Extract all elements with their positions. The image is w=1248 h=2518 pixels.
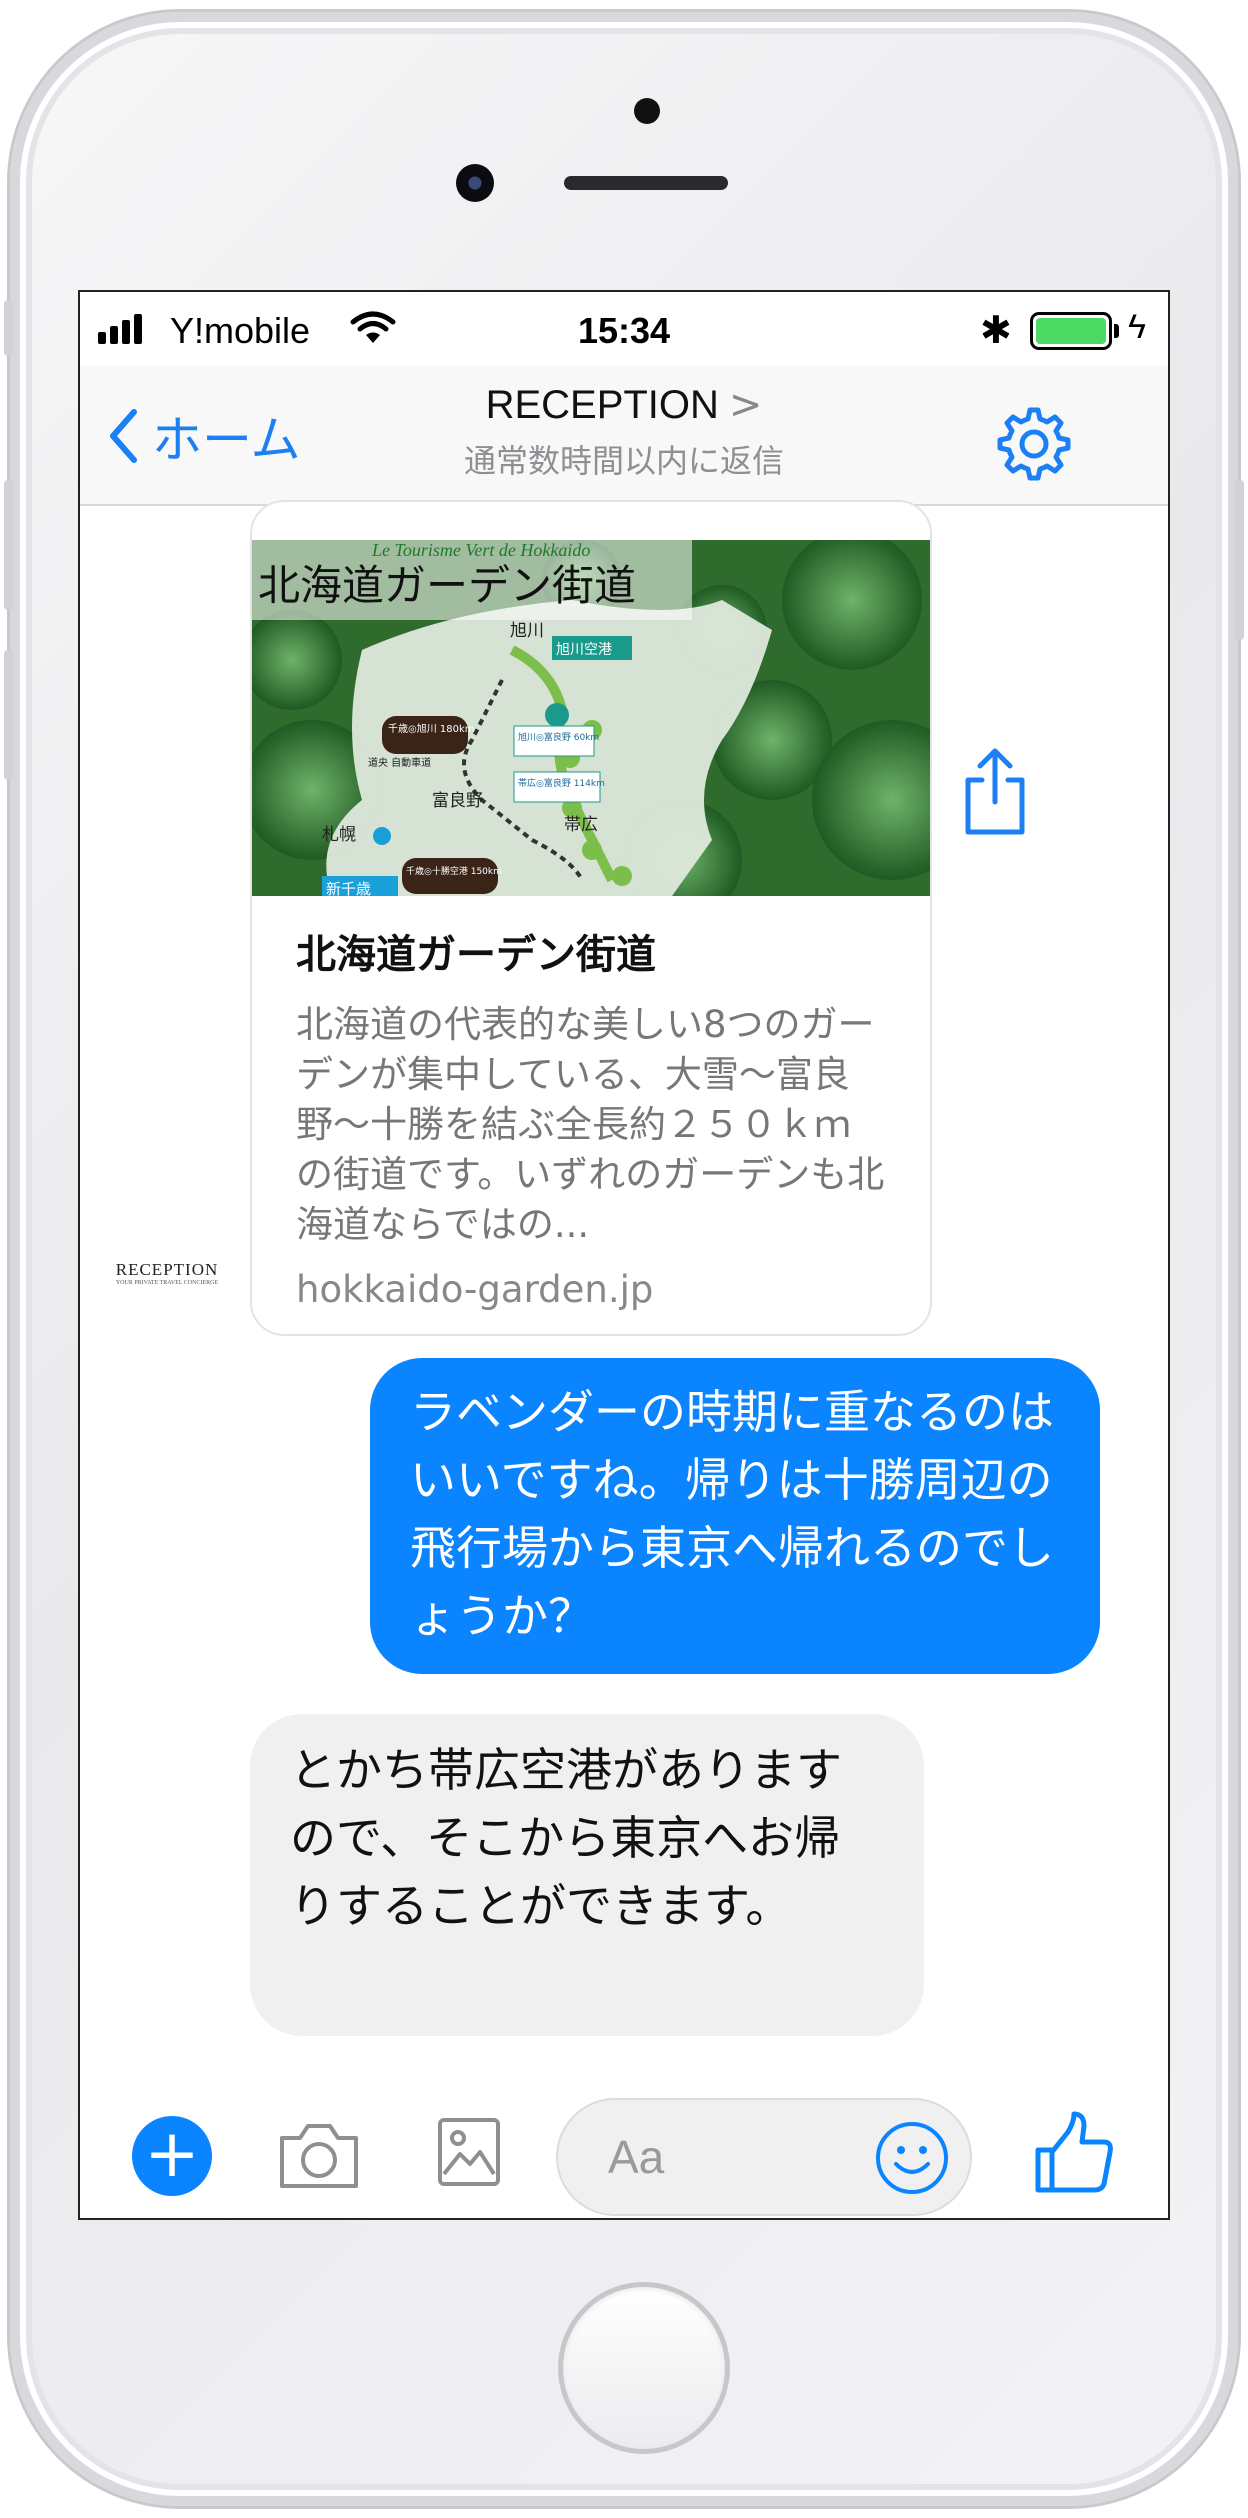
map-label-expressway: 道央 自動車道 <box>368 756 431 769</box>
link-preview-card[interactable]: Le Tourisme Vert de Hokkaido 北海道ガーデン街道 旭… <box>250 500 932 1336</box>
map-label-asahikawa: 旭川 <box>510 621 544 641</box>
battery-icon <box>1030 312 1112 350</box>
map-label-sapporo: 札幌 <box>322 825 356 845</box>
camera-icon <box>280 2124 358 2188</box>
page-title: RECEPTION <box>485 383 719 427</box>
battery-tip <box>1114 324 1119 338</box>
proximity-sensor <box>634 98 660 124</box>
status-bar: Y!mobile 15:34 ✱ ϟ <box>80 292 1168 366</box>
map-label-shinchitose: 新千歳 <box>326 880 371 896</box>
share-icon <box>965 748 1025 835</box>
hokkaido-garden-map-image: Le Tourisme Vert de Hokkaido 北海道ガーデン街道 旭… <box>252 540 930 896</box>
nav-bar: ホーム RECEPTION > 通常数時間以内に返信 <box>80 366 1168 506</box>
outgoing-message-bubble[interactable]: ラベンダーの時期に重なるのはいいですね。帰りは十勝周辺の飛行場から東京へ帰れるの… <box>370 1358 1100 1674</box>
volume-down-button[interactable] <box>4 650 13 780</box>
map-label-route-3: 帯広◎富良野 114km <box>518 777 605 789</box>
image-icon <box>438 2118 500 2186</box>
power-button[interactable] <box>1235 480 1244 640</box>
message-thread[interactable]: Le Tourisme Vert de Hokkaido 北海道ガーデン街道 旭… <box>80 500 1168 2086</box>
home-button[interactable] <box>558 2282 730 2454</box>
map-label-furano: 富良野 <box>432 791 483 811</box>
thumbs-up-icon <box>1035 2111 1113 2193</box>
map-label-route-2: 千歳◎十勝空港 150km <box>406 865 502 877</box>
message-input-placeholder: Aa <box>608 2131 665 2183</box>
gear-icon <box>997 407 1071 481</box>
image-tagline: Le Tourisme Vert de Hokkaido <box>371 540 590 560</box>
link-preview-domain: hokkaido-garden.jp <box>296 1268 654 1311</box>
emoji-button[interactable] <box>874 2120 950 2200</box>
settings-button[interactable] <box>992 402 1076 490</box>
sender-logo-tagline: YOUR PRIVATE TRAVEL CONCIERGE <box>115 1280 219 1286</box>
message-input[interactable]: Aa <box>556 2098 972 2216</box>
front-camera <box>456 164 494 202</box>
link-preview-body[interactable]: 北海道ガーデン街道 北海道の代表的な美しい8つのガーデンが集中している、大雪〜富… <box>252 922 930 1311</box>
sender-logo-name: RECEPTION <box>115 1260 219 1279</box>
camera-button[interactable] <box>278 2120 360 2194</box>
map-label-obihiro: 帯広 <box>564 815 598 835</box>
image-title: 北海道ガーデン街道 <box>258 561 636 610</box>
volume-up-button[interactable] <box>4 480 13 610</box>
map-label-airport: 旭川空港 <box>556 642 612 658</box>
mute-switch[interactable] <box>4 300 13 356</box>
plus-icon: + <box>144 2115 200 2192</box>
sender-avatar[interactable]: RECEPTION YOUR PRIVATE TRAVEL CONCIERGE <box>112 1260 222 1286</box>
link-preview-title: 北海道ガーデン街道 <box>296 932 656 978</box>
charging-icon: ϟ <box>1128 308 1146 346</box>
bluetooth-icon: ✱ <box>980 310 1012 352</box>
share-button[interactable] <box>960 746 1030 842</box>
incoming-message-bubble[interactable]: とかち帯広空港がありますので、そこから東京へお帰りすることができます。 <box>250 1714 924 2036</box>
screen: Y!mobile 15:34 ✱ ϟ ホーム RECEPTION > 通常数時間以… <box>78 290 1170 2220</box>
composer-bar: + Aa <box>80 2086 1168 2218</box>
map-label-route-1: 千歳◎旭川 180km <box>388 723 475 735</box>
chevron-right-icon: > <box>728 382 763 428</box>
plus-button[interactable]: + <box>132 2116 212 2196</box>
smiley-icon <box>876 2122 948 2194</box>
earpiece-speaker <box>564 176 728 190</box>
link-preview-description: 北海道の代表的な美しい8つのガーデンが集中している、大雪〜富良野〜十勝を結ぶ全長… <box>296 1003 885 1246</box>
like-button[interactable] <box>1034 2110 1114 2198</box>
photo-button[interactable] <box>436 2116 502 2192</box>
map-label-route-4: 旭川◎富良野 60km <box>518 731 599 743</box>
link-preview-image[interactable]: Le Tourisme Vert de Hokkaido 北海道ガーデン街道 旭… <box>252 540 930 896</box>
